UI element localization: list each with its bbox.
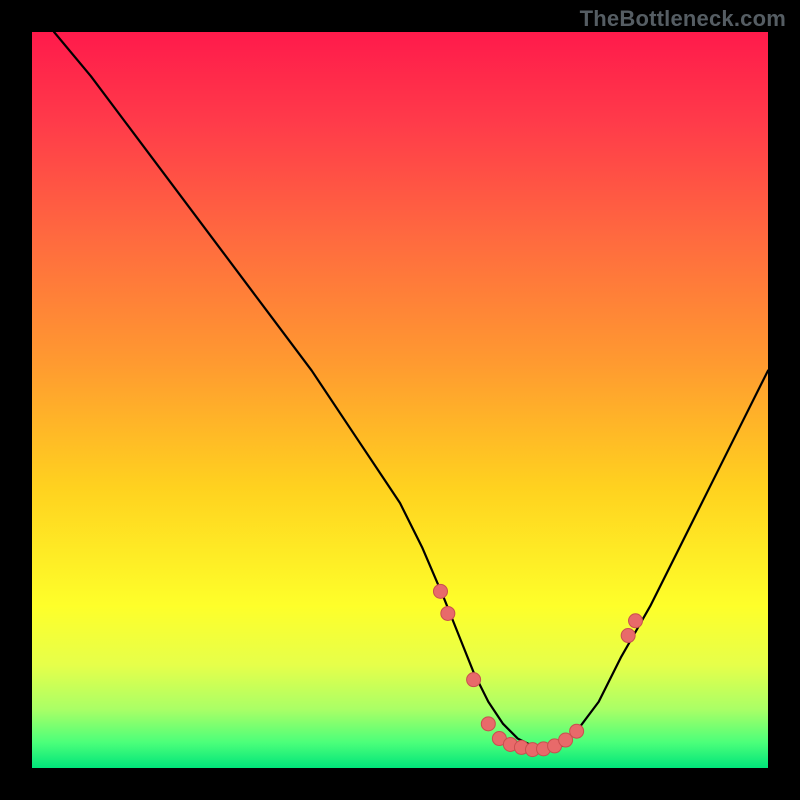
curve-marker [629, 614, 643, 628]
curve-marker [570, 724, 584, 738]
curve-marker [433, 584, 447, 598]
plot-area [32, 32, 768, 768]
curve-marker [467, 673, 481, 687]
curve-marker [621, 629, 635, 643]
curve-marker [441, 606, 455, 620]
curve-layer [32, 32, 768, 768]
bottleneck-curve [54, 32, 768, 750]
curve-marker [481, 717, 495, 731]
watermark-text: TheBottleneck.com [580, 6, 786, 32]
chart-frame: TheBottleneck.com [0, 0, 800, 800]
curve-markers [433, 584, 642, 756]
